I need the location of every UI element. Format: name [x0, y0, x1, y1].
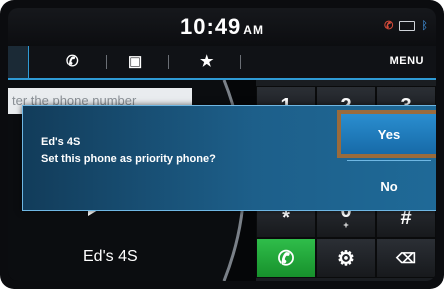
tab-divider — [106, 55, 107, 69]
status-bar: 10:49 AM ✆ ᛒ — [8, 8, 436, 46]
button-divider — [347, 160, 431, 161]
status-icons: ✆ ᛒ — [384, 20, 428, 32]
settings-button[interactable]: ⚙ — [316, 238, 376, 278]
phone-tab-bar: ✆ ▣ ★ MENU — [8, 46, 436, 80]
star-icon[interactable]: ★ — [200, 52, 213, 70]
menu-button[interactable]: MENU — [390, 55, 424, 67]
no-button[interactable]: No — [341, 166, 436, 206]
dialog-message: Set this phone as priority phone? — [41, 153, 216, 165]
head-unit-screen: 10:49 AM ✆ ᛒ ✆ ▣ ★ MENU ter the phone num… — [8, 8, 436, 281]
gear-icon: ⚙ — [337, 247, 355, 270]
contacts-icon[interactable]: ▣ — [128, 52, 142, 70]
dialog-buttons: Yes No — [337, 110, 436, 206]
phone-signal-icon: ✆ — [384, 20, 394, 32]
bluetooth-icon: ᛒ — [421, 20, 428, 32]
call-button[interactable]: ✆ — [256, 238, 316, 278]
handset-icon: ✆ — [277, 247, 295, 270]
contact-name: Ed's 4S — [83, 248, 138, 265]
tab-divider — [168, 55, 169, 69]
tab-keypad[interactable] — [8, 46, 29, 78]
tab-divider — [240, 55, 241, 69]
yes-button[interactable]: Yes — [337, 110, 436, 158]
dialog-title: Ed's 4S — [41, 136, 81, 148]
clock-ampm: AM — [243, 23, 264, 37]
battery-icon — [399, 21, 416, 31]
backspace-button[interactable]: ⌫ — [376, 238, 436, 278]
clock: 10:49 AM — [8, 14, 436, 40]
device-bezel: 10:49 AM ✆ ᛒ ✆ ▣ ★ MENU ter the phone num… — [0, 0, 444, 289]
clock-time: 10:49 — [180, 14, 242, 39]
priority-phone-dialog: Ed's 4S Set this phone as priority phone… — [22, 105, 436, 211]
handset-icon[interactable]: ✆ — [66, 52, 79, 70]
backspace-icon: ⌫ — [396, 249, 416, 266]
